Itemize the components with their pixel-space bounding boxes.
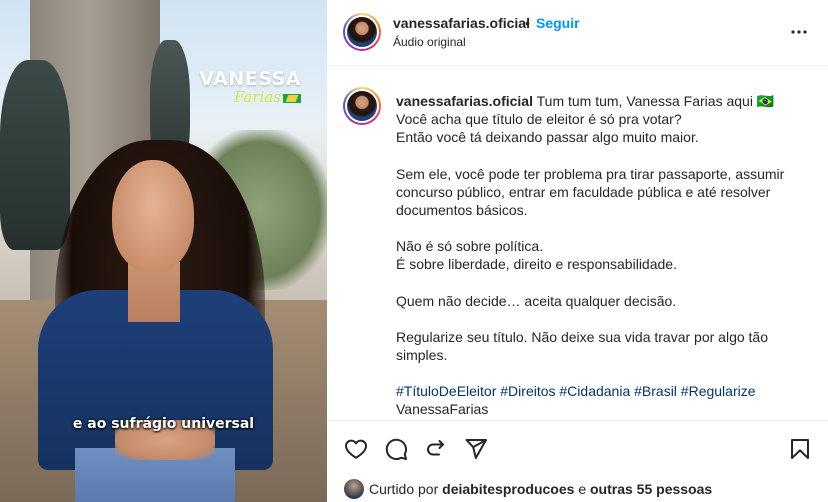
statue: [0, 60, 70, 250]
author-avatar[interactable]: [343, 13, 381, 51]
caption-line: É sobre liberdade, direito e responsabil…: [396, 256, 677, 273]
woman-face: [112, 160, 194, 272]
repost-icon[interactable]: [424, 437, 448, 461]
caption-line: Não é só sobre política.: [396, 238, 544, 255]
brand-watermark: VANESSA Farias: [199, 68, 301, 106]
caption-line: Sem ele, você pode ter problema pra tira…: [396, 165, 785, 219]
video-caption: e ao sufrágio universal: [72, 416, 255, 432]
post-caption: vanessafarias.oficial Tum tum tum, Vanes…: [396, 92, 806, 419]
caption-username[interactable]: vanessafarias.oficial: [396, 93, 533, 109]
post-panel: vanessafarias.oficial • Seguir Áudio ori…: [327, 0, 828, 502]
send-icon[interactable]: [464, 437, 488, 461]
post-header: vanessafarias.oficial • Seguir Áudio ori…: [327, 0, 828, 66]
brand-sub: Farias: [199, 88, 301, 106]
liker-avatar[interactable]: [344, 479, 364, 499]
caption-avatar[interactable]: [343, 87, 381, 125]
hashtags[interactable]: #TítuloDeEleitor #Direitos #Cidadania #B…: [396, 382, 806, 400]
liker-username[interactable]: deiabitesproducoes: [442, 481, 574, 497]
bookmark-icon[interactable]: [788, 437, 812, 461]
caption-line: Você acha que título de eleitor é só pra…: [396, 111, 682, 128]
follow-button[interactable]: Seguir: [536, 15, 580, 31]
caption-line: vanessafarias.oficial Tum tum tum, Vanes…: [396, 93, 775, 109]
caption-section: vanessafarias.oficial Tum tum tum, Vanes…: [327, 67, 828, 420]
brazil-flag-icon: [283, 93, 301, 103]
likes-others[interactable]: outras 55 pessoas: [590, 481, 712, 497]
heart-icon[interactable]: [344, 437, 368, 461]
separator-dot: •: [525, 15, 530, 31]
likes-prefix: Curtido por: [369, 481, 439, 497]
caption-line: VanessaFarias: [396, 401, 489, 418]
more-options-icon[interactable]: [787, 20, 811, 44]
caption-line: Então você tá deixando passar algo muito…: [396, 129, 699, 146]
action-bar: Curtido por deiabitesproducoes e outras …: [327, 420, 828, 502]
caption-line: Quem não decide… aceita qualquer decisão…: [396, 292, 677, 309]
author-username[interactable]: vanessafarias.oficial: [393, 15, 530, 31]
caption-line: Regularize seu título. Não deixe sua vid…: [396, 328, 768, 364]
post-video[interactable]: VANESSA Farias e ao sufrágio universal: [0, 0, 327, 502]
brand-name: VANESSA: [199, 68, 301, 90]
comment-icon[interactable]: [384, 437, 408, 461]
likes-summary: Curtido por deiabitesproducoes e outras …: [344, 479, 712, 499]
likes-connector: e: [578, 481, 587, 497]
audio-label[interactable]: Áudio original: [393, 35, 466, 49]
